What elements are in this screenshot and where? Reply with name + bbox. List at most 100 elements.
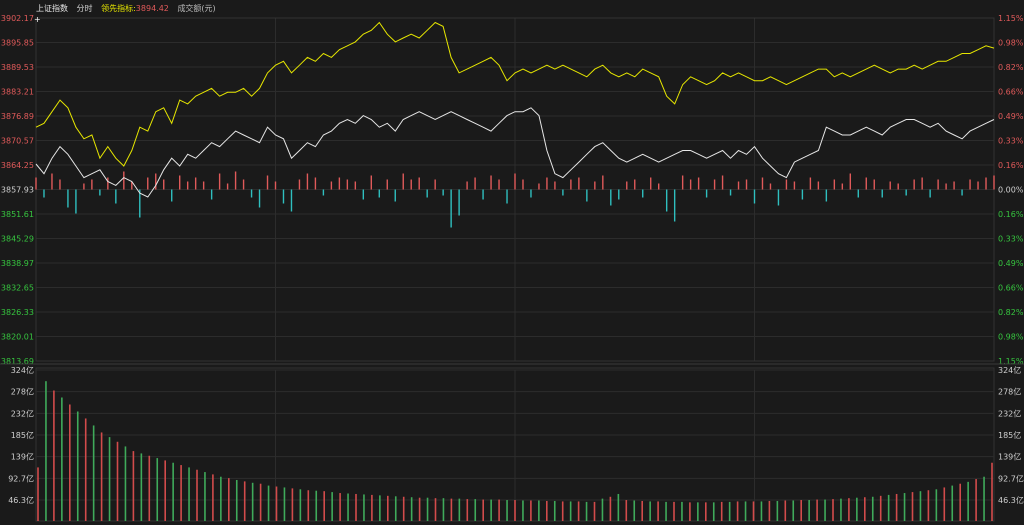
crosshair-icon: +	[34, 15, 41, 24]
volume-bar	[299, 489, 302, 521]
volume-bar	[204, 472, 206, 521]
volume-bar	[458, 498, 461, 521]
y-tick-right: 0.66%	[998, 88, 1024, 97]
volume-bar	[323, 491, 325, 521]
volume-bar	[832, 499, 834, 521]
chart-header: 上证指数 分时 领先指标:3894.42 成交额(元)	[36, 3, 222, 15]
y-tick-right: 0.49%	[998, 259, 1024, 268]
volume-bar	[347, 493, 349, 521]
y-tick-left: 3883.21	[1, 88, 34, 97]
diff-bar	[873, 179, 875, 190]
volume-bar	[824, 499, 826, 521]
diff-bar	[761, 177, 764, 190]
diff-bar	[849, 173, 851, 190]
y-tick-left: 3838.97	[1, 259, 34, 268]
diff-bar	[91, 179, 93, 190]
volume-bar	[522, 500, 524, 521]
diff-bar	[426, 189, 428, 198]
diff-bar	[634, 179, 636, 190]
diff-bar	[35, 177, 37, 190]
volume-bar	[792, 500, 795, 521]
volume-bar	[291, 488, 294, 521]
volume-bar	[394, 496, 397, 521]
volume-bar	[124, 446, 127, 521]
volume-bar	[553, 500, 556, 521]
volume-bar	[848, 498, 850, 521]
y-tick-left: 3845.29	[1, 235, 34, 244]
diff-bar	[362, 189, 365, 200]
diff-bar	[673, 189, 676, 222]
volume-bar	[538, 500, 540, 521]
intraday-chart-panel: 3902.17 1.15% 3895.85 0.98% 3889.53 0.82% 3883…	[0, 0, 1024, 523]
index-name[interactable]: 上证指数	[36, 4, 68, 13]
diff-bar	[171, 189, 173, 202]
volume-bar	[935, 489, 938, 521]
volume-bar	[275, 486, 278, 521]
mode-label[interactable]: 分时	[77, 4, 93, 13]
diff-bar	[210, 189, 213, 200]
vol-tick-right: 232亿	[998, 408, 1021, 418]
volume-bar	[172, 462, 174, 521]
vol-tick-left: 185亿	[11, 430, 34, 440]
volume-bar	[665, 501, 667, 521]
y-tick-left: 3864.25	[1, 161, 34, 170]
volume-bar	[776, 500, 779, 521]
y-tick-right: 0.16%	[998, 161, 1024, 170]
diff-bar	[202, 181, 205, 190]
volume-bar	[919, 491, 922, 521]
diff-bar	[434, 179, 436, 190]
volume-bar	[259, 483, 262, 521]
diff-bar	[490, 175, 492, 190]
diff-bar	[99, 189, 101, 196]
diff-bar	[777, 189, 780, 206]
diff-bar	[226, 183, 229, 190]
diff-bar	[442, 189, 444, 196]
diff-bar	[594, 181, 596, 190]
diff-bar	[626, 181, 628, 190]
diff-bar	[75, 189, 77, 214]
diff-bar	[546, 177, 548, 190]
diff-bar	[370, 175, 372, 190]
diff-bar	[753, 189, 756, 204]
volume-bar	[760, 501, 763, 521]
volume-bar	[156, 458, 159, 521]
volume-bar	[466, 499, 469, 521]
diff-bar	[793, 181, 796, 190]
diff-bar	[218, 173, 221, 190]
volume-bar	[235, 479, 238, 521]
volume-bar	[681, 501, 683, 521]
volume-bar	[140, 453, 143, 521]
volume-bar	[450, 498, 453, 521]
volume-bar	[617, 493, 620, 521]
volume-bar	[132, 451, 135, 521]
diff-bar	[410, 179, 412, 190]
volume-bar	[625, 500, 628, 521]
diff-bar	[538, 183, 540, 190]
volume-bar	[251, 482, 254, 521]
diff-bar	[258, 189, 261, 208]
diff-bar	[697, 177, 700, 190]
diff-bar	[498, 179, 500, 190]
diff-bar	[913, 179, 915, 190]
diff-bar	[665, 189, 668, 212]
volume-bar	[37, 467, 39, 521]
volume-bar	[315, 490, 318, 521]
volume-bar	[387, 495, 389, 521]
volume-bar	[410, 497, 413, 521]
chart-background	[0, 0, 1024, 523]
volume-bar	[784, 500, 787, 521]
diff-bar	[881, 189, 883, 198]
diff-bar	[314, 177, 317, 190]
vol-tick-right: 185亿	[998, 430, 1021, 440]
diff-bar	[163, 179, 165, 190]
volume-bar	[903, 493, 906, 521]
vol-tick-left: 232亿	[11, 408, 34, 418]
diff-bar	[346, 179, 349, 190]
volume-bar	[371, 494, 373, 521]
diff-bar	[506, 189, 508, 204]
diff-bar	[450, 189, 452, 228]
diff-bar	[378, 189, 380, 198]
volume-bar	[864, 497, 866, 521]
volume-bar	[426, 497, 429, 521]
intraday-chart-svg[interactable]: 3902.17 1.15% 3895.85 0.98% 3889.53 0.82% 3883…	[0, 0, 1024, 523]
